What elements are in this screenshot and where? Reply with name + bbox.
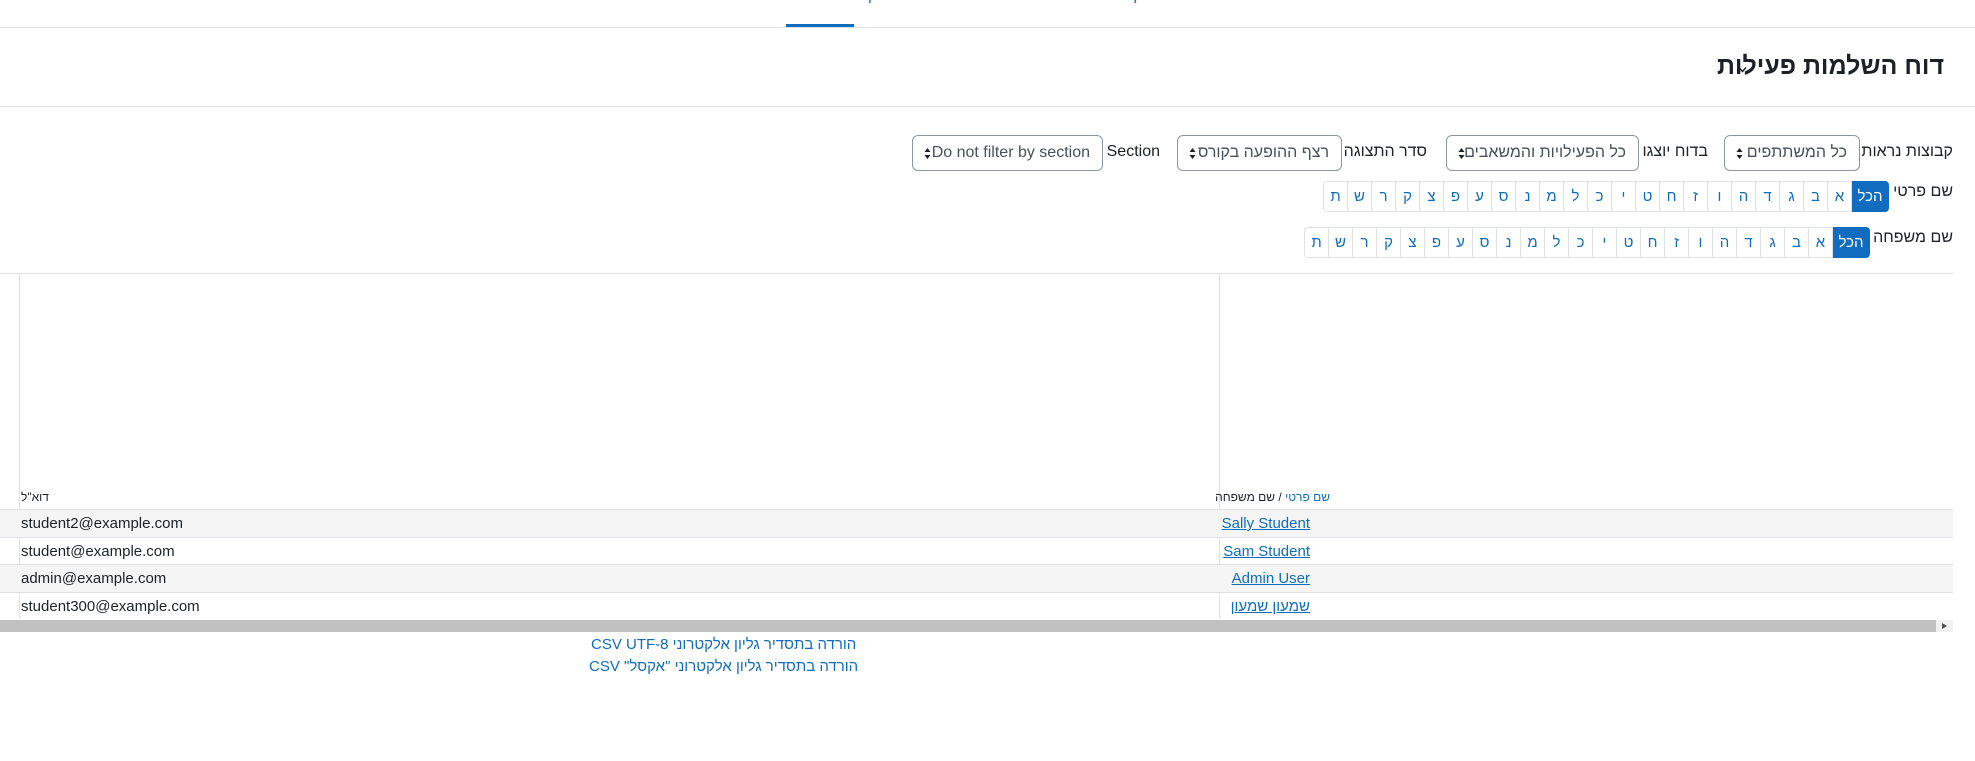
lastname-initial-letter[interactable]: ר [1352, 227, 1377, 258]
tab-participants[interactable]: משתתפים [937, 0, 1002, 27]
user-name-link[interactable]: Sally Student [1222, 515, 1310, 532]
firstname-initial-letter[interactable]: ב [1803, 181, 1828, 212]
lastname-initial-letter[interactable]: מ [1520, 227, 1545, 258]
lastname-filter-label: שם משפחה [1873, 229, 1953, 246]
firstname-initial-letter[interactable]: ח [1659, 181, 1684, 212]
course-nav-tabs: הגדרות ההשתתפות דוחות בנק משתתפים הגדרות… [0, 0, 1975, 28]
firstname-initials-bar: הכל אבגדהוזחטיכלמנסעפצקרשת [1323, 181, 1889, 212]
firstname-initial-letter[interactable]: ט [1635, 181, 1660, 212]
lastname-initial-letter[interactable]: ב [1784, 227, 1809, 258]
section-label: Section [1106, 143, 1160, 160]
tab-settings[interactable]: הגדרות [1033, 0, 1079, 27]
lastname-initial-letter[interactable]: י [1592, 227, 1617, 258]
firstname-initial-letter[interactable]: א [1827, 181, 1852, 212]
firstname-initial-letter[interactable]: ש [1347, 181, 1372, 212]
sort-arrows-icon [1189, 148, 1196, 159]
lastname-initial-letter[interactable]: ו [1688, 227, 1713, 258]
firstname-initial-letter[interactable]: ד [1755, 181, 1780, 212]
activities-select-value: כל הפעילויות והמשאבים [1464, 144, 1626, 161]
table-row: Sam Student student@example.com [0, 537, 1953, 565]
firstname-initial-letter[interactable]: נ [1515, 181, 1540, 212]
table-row: שמעון שמעון student300@example.com [0, 592, 1953, 620]
lastname-initial-all[interactable]: הכל [1832, 227, 1870, 258]
lastname-initial-letter[interactable]: ק [1376, 227, 1401, 258]
groups-label: קבוצות נראות [1861, 143, 1953, 160]
lastname-initials-bar: הכל אבגדהוזחטיכלמנסעפצקרשת [1304, 227, 1870, 258]
table-row: Sally Student student2@example.com [0, 509, 1953, 537]
download-csv-utf8-link[interactable]: הורדה בתסדיר גליון אלקטרוני CSV UTF-8 [591, 636, 856, 653]
section-select-value: Do not filter by section [931, 144, 1090, 161]
user-name-link[interactable]: Sam Student [1223, 543, 1310, 560]
firstname-initial-letter[interactable]: י [1611, 181, 1636, 212]
sort-arrows-icon [924, 148, 931, 159]
firstname-initial-letter[interactable]: ז [1683, 181, 1708, 212]
firstname-initial-letter[interactable]: ע [1467, 181, 1492, 212]
sort-firstname-link[interactable]: שם פרטי [1285, 490, 1330, 504]
lastname-initial-letter[interactable]: צ [1400, 227, 1425, 258]
firstname-initial-letter[interactable]: פ [1443, 181, 1468, 212]
header-divider [0, 106, 1975, 107]
order-select[interactable]: רצף ההופעה בקורס [1177, 135, 1342, 171]
lastname-initial-letter[interactable]: פ [1424, 227, 1449, 258]
lastname-initial-letter[interactable]: ש [1328, 227, 1353, 258]
firstname-initial-letter[interactable]: ל [1563, 181, 1588, 212]
lastname-initial-letter[interactable]: ס [1472, 227, 1497, 258]
groups-select[interactable]: כל המשתתפים [1724, 135, 1860, 171]
firstname-initial-letter[interactable]: ג [1779, 181, 1804, 212]
chevron-down-icon[interactable] [1738, 65, 1747, 74]
horizontal-scrollbar[interactable] [0, 620, 1953, 632]
lastname-initial-letter[interactable]: ל [1544, 227, 1569, 258]
tab-participation-settings[interactable]: הגדרות ההשתתפות [662, 0, 787, 27]
lastname-initial-letter[interactable]: כ [1568, 227, 1593, 258]
activities-label: בדוח יוצגו [1642, 143, 1708, 160]
firstname-initial-letter[interactable]: כ [1587, 181, 1612, 212]
lastname-initial-letter[interactable]: נ [1496, 227, 1521, 258]
page-title: דוח השלמות פעילות [1716, 52, 1944, 80]
user-email: student300@example.com [21, 598, 200, 615]
lastname-initial-letter[interactable]: ט [1616, 227, 1641, 258]
user-email: student@example.com [21, 543, 175, 560]
download-csv-excel-link[interactable]: הורדה בתסדיר גליון אלקטרוני "אקסל" CSV [589, 658, 858, 675]
lastname-initial-letter[interactable]: ד [1736, 227, 1761, 258]
table-row: Admin User admin@example.com [0, 564, 1953, 592]
user-name-link[interactable]: Admin User [1232, 570, 1310, 587]
tab-course[interactable]: קורס [1112, 0, 1142, 27]
header-name: שם פרטי / שם משפחה [1215, 490, 1330, 504]
tab-bank[interactable]: בנק [868, 0, 891, 27]
firstname-initial-letter[interactable]: צ [1419, 181, 1444, 212]
order-select-value: רצף ההופעה בקורס [1197, 144, 1329, 161]
user-name-link[interactable]: שמעון שמעון [1231, 598, 1310, 615]
lastname-initial-letter[interactable]: ת [1304, 227, 1329, 258]
user-email: admin@example.com [21, 570, 167, 587]
firstname-filter-label: שם פרטי [1893, 183, 1953, 200]
scroll-right-arrow-icon[interactable] [1936, 620, 1953, 632]
firstname-initial-letter[interactable]: ס [1491, 181, 1516, 212]
sort-arrows-icon [1458, 148, 1465, 159]
order-label: סדר התצוגה [1343, 143, 1427, 160]
table-top-divider [0, 273, 1953, 274]
firstname-initial-letter[interactable]: ה [1731, 181, 1756, 212]
header-email: דוא"ל [21, 490, 49, 504]
header-separator: / [1275, 490, 1286, 504]
lastname-initial-letter[interactable]: ח [1640, 227, 1665, 258]
groups-select-value: כל המשתתפים [1746, 144, 1847, 161]
lastname-initial-letter[interactable]: ז [1664, 227, 1689, 258]
sort-lastname-link[interactable]: שם משפחה [1215, 490, 1275, 504]
firstname-initial-letter[interactable]: מ [1539, 181, 1564, 212]
firstname-initial-letter[interactable]: ק [1395, 181, 1420, 212]
firstname-initial-all[interactable]: הכל [1851, 181, 1889, 212]
firstname-initial-letter[interactable]: ת [1323, 181, 1348, 212]
lastname-initial-letter[interactable]: ג [1760, 227, 1785, 258]
sort-arrows-icon [1736, 148, 1743, 159]
firstname-initial-letter[interactable]: ר [1371, 181, 1396, 212]
user-email: student2@example.com [21, 515, 183, 532]
section-select[interactable]: Do not filter by section [912, 135, 1103, 171]
lastname-initial-letter[interactable]: ה [1712, 227, 1737, 258]
firstname-initial-letter[interactable]: ו [1707, 181, 1732, 212]
activities-select[interactable]: כל הפעילויות והמשאבים [1446, 135, 1639, 171]
lastname-initial-letter[interactable]: ע [1448, 227, 1473, 258]
lastname-initial-letter[interactable]: א [1808, 227, 1833, 258]
tab-reports[interactable]: דוחות [786, 0, 854, 27]
